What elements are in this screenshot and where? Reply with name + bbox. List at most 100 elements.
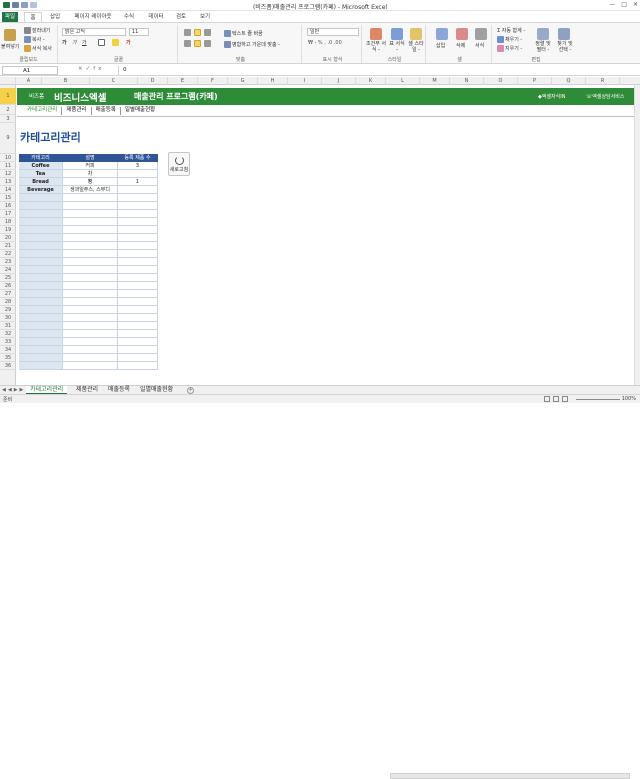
table-cell-empty[interactable] [63,218,118,226]
table-cell-empty[interactable] [118,330,158,338]
paste-button[interactable]: 붙여넣기 [1,43,19,50]
table-cell[interactable]: Coffee [19,162,63,170]
column-header[interactable]: J [322,77,356,85]
table-cell-empty[interactable] [118,218,158,226]
table-cell-empty[interactable] [19,314,63,322]
table-cell-empty[interactable] [118,338,158,346]
table-cell-empty[interactable] [19,202,63,210]
sheet-tab-daily-sales[interactable]: 일별매출현황 [136,386,177,394]
table-cell-empty[interactable] [63,274,118,282]
row-header[interactable]: 31 [0,322,16,330]
table-cell-empty[interactable] [118,282,158,290]
table-cell-empty[interactable] [118,234,158,242]
paste-icon[interactable] [4,29,16,41]
column-header[interactable]: R [586,77,620,85]
row-header[interactable]: 18 [0,218,16,226]
table-cell[interactable]: Beverage [19,186,63,194]
table-cell-empty[interactable] [63,322,118,330]
table-cell-empty[interactable] [63,234,118,242]
conditional-format-button[interactable]: 조건부 서식 - [366,41,386,53]
row-header[interactable]: 16 [0,202,16,210]
tab-file[interactable]: 파일 [2,12,18,22]
row-header[interactable]: 1 [0,88,16,105]
table-header-cell[interactable]: 카테고리 [19,154,63,162]
column-header[interactable]: I [288,77,322,85]
align-center-button[interactable] [194,40,202,47]
column-header[interactable]: A [16,77,42,85]
table-cell-empty[interactable] [19,346,63,354]
normal-view-icon[interactable] [544,396,550,402]
table-cell-empty[interactable] [63,258,118,266]
table-cell-empty[interactable] [19,258,63,266]
clear-button[interactable]: 지우기 - [497,45,522,52]
number-format-select[interactable]: 일반 [307,28,359,36]
table-cell[interactable] [118,186,158,194]
column-header[interactable]: H [258,77,288,85]
refresh-button[interactable]: 새로고침 [168,152,190,176]
align-middle-button[interactable] [194,29,202,36]
table-cell-empty[interactable] [118,306,158,314]
column-header[interactable]: D [138,77,168,85]
table-cell-empty[interactable] [19,362,63,370]
table-cell[interactable]: 3 [118,162,158,170]
merge-center-button[interactable]: 병합하고 가운데 맞춤 - [224,41,280,48]
table-cell-empty[interactable] [19,282,63,290]
copy-button[interactable]: 복사 - [24,36,45,43]
table-cell-empty[interactable] [63,202,118,210]
column-header[interactable]: N [450,77,484,85]
table-cell-empty[interactable] [63,194,118,202]
table-cell-empty[interactable] [118,362,158,370]
table-cell-empty[interactable] [63,330,118,338]
table-cell-empty[interactable] [63,242,118,250]
row-header[interactable]: 35 [0,354,16,362]
table-cell-empty[interactable] [19,338,63,346]
row-header[interactable]: 26 [0,282,16,290]
table-cell-empty[interactable] [118,274,158,282]
format-cells-button[interactable]: 서식 [475,42,484,49]
table-cell-empty[interactable] [63,362,118,370]
find-select-icon[interactable] [558,28,570,40]
table-cell-empty[interactable] [19,306,63,314]
row-header[interactable]: 3 [0,115,16,123]
tab-view[interactable]: 보기 [196,12,214,22]
sort-filter-button[interactable]: 정렬 및 필터 - [534,41,552,53]
table-cell-empty[interactable] [19,226,63,234]
page-break-view-icon[interactable] [562,396,568,402]
table-header-cell[interactable]: 등록 제품 수 [118,154,158,162]
row-header[interactable]: 32 [0,330,16,338]
table-cell-empty[interactable] [63,282,118,290]
table-cell-empty[interactable] [118,346,158,354]
table-cell-empty[interactable] [19,194,63,202]
row-header[interactable]: 21 [0,242,16,250]
table-cell-empty[interactable] [63,210,118,218]
table-cell[interactable]: 차 [63,170,118,178]
table-cell-empty[interactable] [118,242,158,250]
table-cell[interactable]: Tea [19,170,63,178]
table-cell[interactable]: Bread [19,178,63,186]
border-button[interactable] [98,39,106,46]
sheet-tab-products[interactable]: 제품관리 [72,386,102,394]
sheet-tab-sales-entry[interactable]: 매출등록 [104,386,134,394]
sheet-nav-arrows[interactable]: ◀◀▶▶ [2,387,25,393]
row-header[interactable]: 12 [0,170,16,178]
excel-consult-link[interactable]: ☏엑셀상담서비스 [586,93,624,100]
column-header[interactable]: G [228,77,258,85]
row-header[interactable]: 25 [0,274,16,282]
table-cell-empty[interactable] [19,210,63,218]
tab-insert[interactable]: 삽입 [46,12,64,22]
align-left-button[interactable] [184,40,192,47]
close-button[interactable]: ✕ [633,1,638,8]
fill-button[interactable]: 채우기 - [497,36,522,43]
row-header[interactable]: 11 [0,162,16,170]
row-header[interactable]: 17 [0,210,16,218]
table-cell[interactable]: 커피 [63,162,118,170]
table-cell-empty[interactable] [118,290,158,298]
wrap-text-button[interactable]: 텍스트 줄 바꿈 [224,30,263,37]
table-cell-empty[interactable] [118,322,158,330]
page-layout-view-icon[interactable] [553,396,559,402]
nav-daily-sales[interactable]: 일별매출현황 [121,107,159,115]
table-cell-empty[interactable] [19,242,63,250]
formula-icons[interactable]: ✕✓fx [78,66,104,72]
table-cell-empty[interactable] [63,290,118,298]
cell-styles-button[interactable]: 셀 스타일 - [407,41,425,53]
